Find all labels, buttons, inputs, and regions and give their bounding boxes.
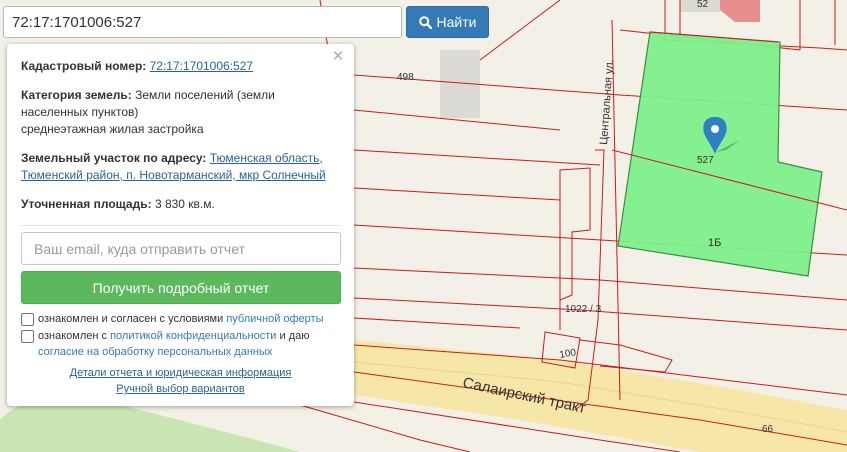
privacy-policy-link[interactable]: политикой конфиденциальности [110,330,276,342]
map-label-1022: 1022 / 3 [565,304,602,315]
address-label: Земельный участок по адресу: [21,151,207,165]
map-label-498: 498 [397,72,414,83]
map-label-527: 527 [697,155,714,166]
cadastral-number-link[interactable]: 72:17:1701006:527 [150,59,253,73]
panel-footer-links: Детали отчета и юридическая информация Р… [7,365,354,397]
cadastral-number-row: Кадастровый номер: 72:17:1701006:527 [21,58,340,75]
search-button[interactable]: Найти [406,6,489,38]
manual-selection-link[interactable]: Ручной выбор вариантов [116,383,244,395]
land-category-row: Категория земель: Земли поселений (земли… [21,87,340,138]
address-row: Земельный участок по адресу: Тюменская о… [21,150,340,184]
search-input[interactable] [3,6,402,38]
email-field[interactable] [21,232,341,265]
privacy-consent-mid: и даю [279,330,310,342]
public-offer-link[interactable]: публичной оферты [226,313,323,325]
offer-consent-checkbox-row: ознакомлен и согласен с условиями публич… [21,311,340,327]
search-button-label: Найти [436,14,477,30]
personal-data-consent-link[interactable]: согласие на обработку персональных данны… [38,346,272,358]
offer-consent-checkbox[interactable] [21,313,34,326]
report-details-link[interactable]: Детали отчета и юридическая информация [70,367,292,379]
map-label-66: 66 [762,424,774,435]
offer-consent-text: ознакомлен и согласен с условиями [38,313,224,325]
get-report-button[interactable]: Получить подробный отчет [21,271,341,304]
close-icon[interactable]: × [330,47,346,66]
area-value: 3 830 кв.м. [154,197,215,211]
land-usage-value: среднеэтажная жилая застройка [21,122,204,136]
parcel-info-panel: × Кадастровый номер: 72:17:1701006:527 К… [7,44,354,406]
map-label-52: 52 [697,0,709,10]
land-category-label: Категория земель: [21,88,132,102]
divider [21,225,340,226]
privacy-consent-checkbox[interactable] [21,330,34,343]
area-row: Уточненная площадь: 3 830 кв.м. [21,196,340,213]
search-icon [418,15,432,29]
cadastral-number-label: Кадастровый номер: [21,59,147,73]
privacy-consent-text: ознакомлен с [38,330,108,342]
privacy-consent-checkbox-row: ознакомлен с политикой конфиденциальност… [21,328,340,360]
map-label-1b: 1Б [708,237,721,249]
area-label: Уточненная площадь: [21,197,152,211]
